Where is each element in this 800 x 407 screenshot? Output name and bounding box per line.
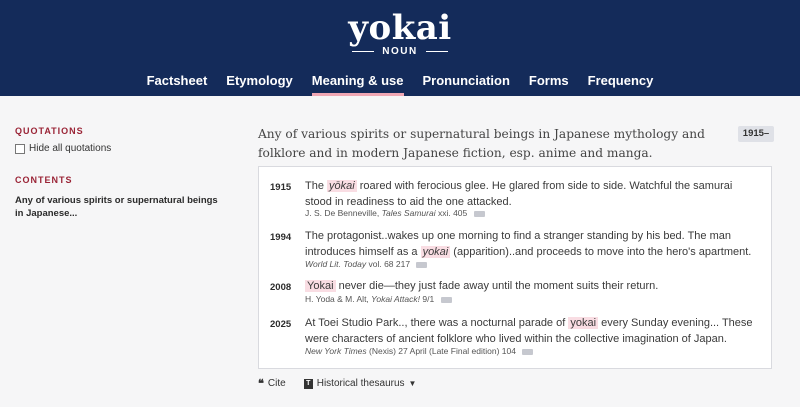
hide-quotations-toggle[interactable]: Hide all quotations [15,143,235,154]
quotation-text: Yokai never die—they just fade away unti… [305,278,760,294]
quotation-text: The protagonist..wakes up one morning to… [305,228,760,260]
divider-left [352,51,375,52]
hide-quotations-checkbox[interactable] [15,143,25,154]
quotation-text-pre: The [305,180,328,192]
entry-header: yokai NOUN Factsheet Etymology Meaning &… [0,0,800,96]
more-icon[interactable] [416,261,428,268]
source-title[interactable]: Yokai Attack! [371,294,420,304]
historical-thesaurus-button[interactable]: T Historical thesaurus ▼ [303,377,417,390]
thesaurus-icon: T [303,378,313,389]
source-title[interactable]: New York Times [305,346,367,356]
divider-right [425,51,448,52]
part-of-speech-row: NOUN [0,46,800,57]
quotation-keyword: Yokai [305,280,336,292]
source-author: J. S. De Benneville, [305,208,380,218]
tab-factsheet[interactable]: Factsheet [137,71,217,96]
thesaurus-label: Historical thesaurus [316,378,405,389]
quotation-source: H. Yoda & M. Alt, Yokai Attack! 9/1 [305,294,452,304]
tab-meaning-and-use[interactable]: Meaning & use [302,71,413,96]
source-title[interactable]: World Lit. Today [305,259,366,269]
sidebar: QUOTATIONS Hide all quotations CONTENTS … [15,126,235,220]
section-tabs: Factsheet Etymology Meaning & use Pronun… [0,71,800,96]
source-author: H. Yoda & M. Alt, [305,294,369,304]
quotations-box: 1915 The yōkai roared with ferocious gle… [258,166,772,369]
caret-down-icon: ▼ [408,379,417,388]
date-badge: 1915– [738,126,774,142]
quotation-year: 1915 [270,182,292,193]
quotation-keyword: yokai [420,246,451,258]
contents-link-sense-1[interactable]: Any of various spirits or supernatural b… [15,194,225,220]
quotation-year: 2008 [270,282,292,293]
quotation-text-post: (apparition)..and proceeds to move into … [450,246,752,258]
source-ref: 9/1 [422,294,435,304]
cite-button[interactable]: ❝ Cite [258,377,286,390]
more-icon[interactable] [522,348,534,355]
quotation-year: 2025 [270,319,292,330]
quotation-source: J. S. De Benneville, Tales Samurai xxi. … [305,208,485,218]
contents-heading: CONTENTS [15,175,73,185]
quote-icon: ❝ [258,378,264,390]
hide-quotations-label: Hide all quotations [29,143,112,154]
headword: yokai [348,8,452,48]
quotation-keyword: yokai [568,317,599,329]
quotation-source: World Lit. Today vol. 68 217 [305,259,428,269]
quotation-source: New York Times (Nexis) 27 April (Late Fi… [305,346,534,356]
source-ref: xxi. 405 [437,208,468,218]
tab-etymology[interactable]: Etymology [217,71,302,96]
part-of-speech: NOUN [382,46,418,57]
source-title[interactable]: Tales Samurai [382,208,436,218]
more-icon[interactable] [440,296,452,303]
more-icon[interactable] [473,210,485,217]
source-ref: vol. 68 217 [368,259,411,269]
source-ref: (Nexis) 27 April (Late Final edition) 10… [369,346,516,356]
entry-actions: ❝ Cite T Historical thesaurus ▼ [258,377,416,390]
quotation-year: 1994 [270,232,292,243]
tab-pronunciation[interactable]: Pronunciation [413,71,519,96]
quotation-text-post: never die—they just fade away until the … [335,280,659,292]
cite-label: Cite [267,378,286,389]
quotations-heading: QUOTATIONS [15,126,84,136]
quotation-text: At Toei Studio Park.., there was a noctu… [305,315,760,347]
quotation-text: The yōkai roared with ferocious glee. He… [305,178,760,210]
definition-text: Any of various spirits or supernatural b… [258,127,705,160]
quotation-keyword: yōkai [327,180,357,192]
tab-forms[interactable]: Forms [519,71,578,96]
tab-frequency[interactable]: Frequency [578,71,663,96]
quotation-text-post: roared with ferocious glee. He glared fr… [305,180,733,208]
quotation-text-pre: At Toei Studio Park.., there was a noctu… [305,317,569,329]
